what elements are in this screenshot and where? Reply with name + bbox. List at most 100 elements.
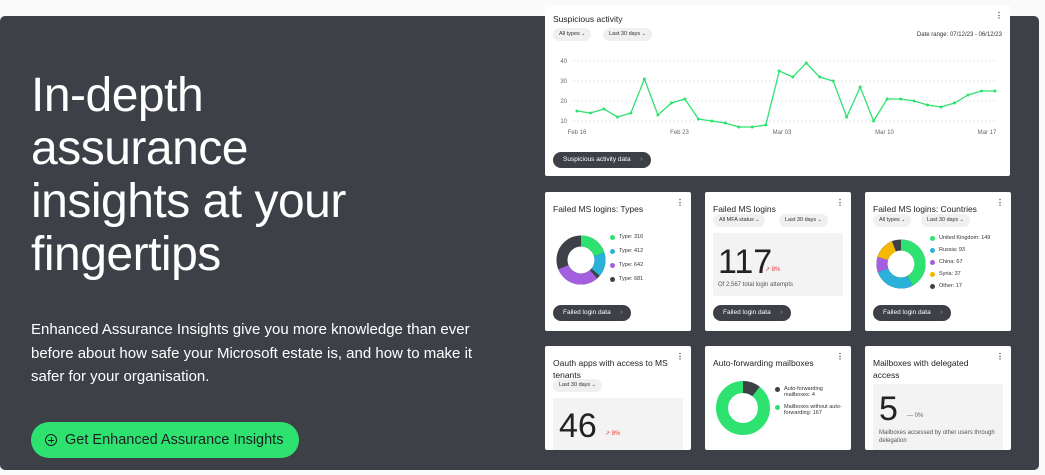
- data-point: [764, 123, 768, 127]
- x-tick-label: Mar 10: [875, 130, 894, 136]
- card-title: Auto-forwarding mailboxes: [713, 358, 814, 368]
- metric-value: 117: [718, 243, 773, 281]
- suspicious-data-label: Suspicious activity data: [563, 156, 631, 163]
- suspicious-data-button[interactable]: Suspicious activity data ›: [553, 152, 651, 168]
- oauth-apps-card: Oauth apps with access to MS tenants ⋮ L…: [545, 346, 691, 450]
- button-label: Failed login data: [723, 309, 771, 316]
- data-point: [602, 107, 606, 111]
- data-point: [845, 115, 849, 119]
- types-filter[interactable]: All types: [873, 214, 912, 227]
- data-point: [615, 115, 619, 119]
- period-filter[interactable]: Last 30 days: [603, 28, 652, 41]
- date-range: Date range: 07/12/23 - 06/12/23: [916, 32, 1002, 38]
- card-title: Mailboxes with delegated access: [873, 358, 969, 380]
- metric-delta: ↗ 8%: [765, 267, 781, 273]
- y-tick-label: 10: [560, 119, 567, 125]
- card-title: Suspicious activity: [553, 14, 623, 24]
- data-point: [966, 93, 970, 97]
- failed-login-data-button[interactable]: Failed login data ›: [553, 305, 631, 321]
- y-tick-label: 40: [560, 59, 567, 65]
- legend-item: China: 67: [930, 259, 990, 265]
- x-tick-label: Feb 23: [670, 130, 689, 136]
- legend-item: Russia: 93: [930, 247, 990, 253]
- data-point: [980, 89, 984, 93]
- x-tick-label: Mar 03: [773, 130, 792, 136]
- data-point: [669, 101, 673, 105]
- series-line: [576, 62, 995, 128]
- types-legend: Type: 316 Type: 412 Type: 642 Type: 681: [610, 234, 643, 282]
- forwarding-donut: [716, 381, 770, 435]
- more-menu-icon[interactable]: ⋮: [996, 199, 1004, 207]
- data-point: [777, 69, 781, 73]
- countries-donut: [876, 239, 926, 289]
- arrow-icon: ›: [640, 156, 643, 163]
- more-menu-icon[interactable]: ⋮: [676, 199, 684, 207]
- metric-subtext: Mailboxes accessed by other users throug…: [879, 430, 995, 444]
- get-insights-label: Get Enhanced Assurance Insights: [65, 432, 284, 448]
- data-point: [750, 125, 754, 129]
- metric-panel: 117 ↗ 8% Of 2,567 total login attempts: [713, 233, 843, 296]
- data-point: [710, 119, 714, 123]
- period-filter[interactable]: Last 30 days: [553, 379, 602, 392]
- x-tick-label: Mar 17: [978, 130, 997, 136]
- more-menu-icon[interactable]: ⋮: [836, 199, 844, 207]
- button-label: Failed login data: [883, 309, 931, 316]
- data-point: [818, 75, 822, 79]
- data-point: [885, 97, 889, 101]
- suspicious-activity-card: Suspicious activity ⋮ All types Last 30 …: [545, 5, 1010, 176]
- period-filter[interactable]: Last 30 days: [779, 214, 828, 227]
- hero-description: Enhanced Assurance Insights give you mor…: [31, 321, 473, 385]
- more-menu-icon[interactable]: ⋮: [995, 12, 1003, 20]
- data-point: [737, 125, 741, 129]
- legend-item: Auto-forwarding mailboxes: 4: [775, 386, 845, 398]
- delegated-mailboxes-card: Mailboxes with delegated access ⋮ 5 — 0%…: [865, 346, 1011, 450]
- metric-delta: — 0%: [907, 413, 924, 419]
- card-title: Oauth apps with access to MS tenants: [553, 358, 668, 380]
- data-point: [629, 111, 633, 115]
- period-filter[interactable]: Last 30 days: [921, 214, 970, 227]
- y-tick-label: 20: [560, 99, 567, 105]
- data-point: [656, 113, 660, 117]
- hero-headline: In-depth assurance insights at your fing…: [31, 69, 346, 281]
- data-point: [791, 75, 795, 79]
- data-point: [858, 85, 862, 89]
- legend-item: United Kingdom: 149: [930, 235, 990, 241]
- more-menu-icon[interactable]: ⋮: [836, 353, 844, 361]
- failed-logins-card: Failed MS logins ⋮ All MFA status Last 3…: [705, 192, 851, 331]
- button-label: Failed login data: [563, 309, 611, 316]
- more-menu-icon[interactable]: ⋮: [676, 353, 684, 361]
- auto-forwarding-card: Auto-forwarding mailboxes ⋮ Auto-forward…: [705, 346, 851, 450]
- failed-login-data-button[interactable]: Failed login data ›: [873, 305, 951, 321]
- mfa-filter[interactable]: All MFA status: [713, 214, 766, 227]
- metric-subtext: Of 2,567 total login attempts: [718, 282, 794, 288]
- data-point: [953, 101, 957, 105]
- legend-item: Syria: 37: [930, 271, 990, 277]
- legend-item: Type: 681: [610, 276, 643, 282]
- data-point: [588, 111, 592, 115]
- get-insights-button[interactable]: Get Enhanced Assurance Insights: [31, 422, 299, 458]
- metric-delta: ↗ 8%: [605, 431, 621, 437]
- card-title: Failed MS logins: Types: [553, 204, 644, 214]
- legend-item: Type: 642: [610, 262, 643, 268]
- failed-login-data-button[interactable]: Failed login data ›: [713, 305, 791, 321]
- data-point: [642, 77, 646, 81]
- types-filter[interactable]: All types: [553, 28, 592, 41]
- more-menu-icon[interactable]: ⋮: [996, 353, 1004, 361]
- arrow-icon: ›: [780, 309, 783, 316]
- data-point: [723, 121, 727, 125]
- data-point: [912, 99, 916, 103]
- arrow-icon: ›: [620, 309, 623, 316]
- failed-logins-countries-card: Failed MS logins: Countries ⋮ All types …: [865, 192, 1011, 331]
- data-point: [939, 105, 943, 109]
- arrow-icon: ›: [940, 309, 943, 316]
- data-point: [926, 103, 930, 107]
- failed-logins-types-card: Failed MS logins: Types ⋮ Type: 316 Type…: [545, 192, 691, 331]
- legend-item: Mailboxes without auto-forwarding: 167: [775, 404, 845, 416]
- forwarding-legend: Auto-forwarding mailboxes: 4 Mailboxes w…: [775, 386, 845, 416]
- data-point: [831, 79, 835, 83]
- metric-value: 46: [559, 407, 597, 445]
- metric-value: 5: [879, 390, 898, 428]
- legend-item: Type: 316: [610, 234, 643, 240]
- plus-circle-icon: [45, 434, 57, 446]
- metric-panel: 5 — 0% Mailboxes accessed by other users…: [873, 384, 1003, 450]
